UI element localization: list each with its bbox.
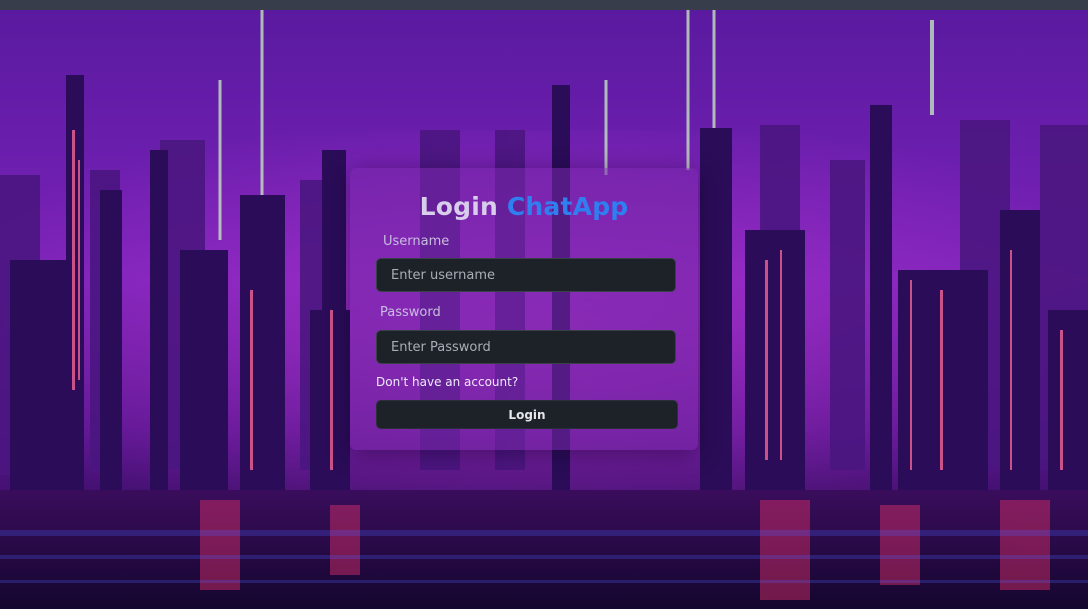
login-card: Login ChatApp Username Password Don't ha… xyxy=(350,168,698,450)
top-bar xyxy=(0,0,1088,10)
password-label: Password xyxy=(380,305,441,320)
login-title: Login ChatApp xyxy=(350,192,698,221)
signup-link[interactable]: Don't have an account? xyxy=(376,375,518,389)
title-prefix: Login xyxy=(419,192,498,221)
username-label: Username xyxy=(383,234,450,249)
password-input[interactable] xyxy=(376,330,676,364)
title-brand: ChatApp xyxy=(506,192,629,221)
username-input[interactable] xyxy=(376,258,676,292)
login-button[interactable]: Login xyxy=(376,400,678,429)
